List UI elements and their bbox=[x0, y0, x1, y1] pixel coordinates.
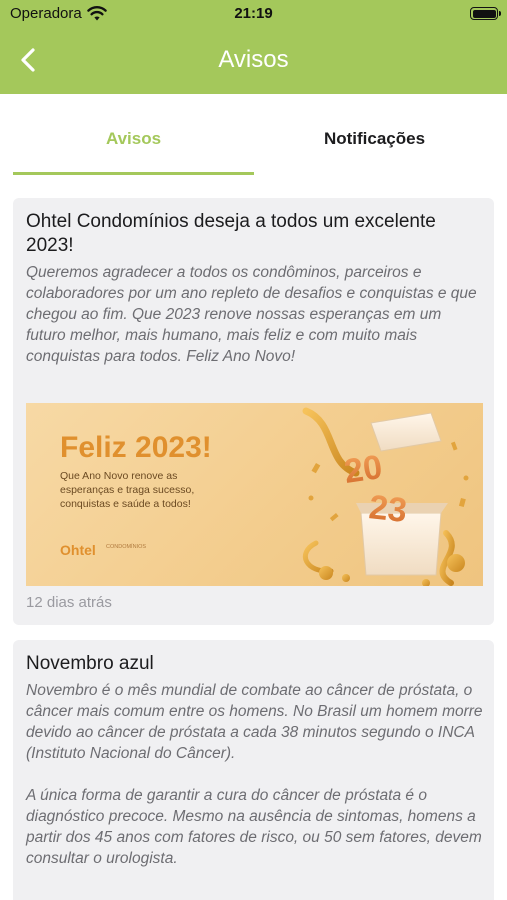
announcement-title: Ohtel Condomínios deseja a todos um exce… bbox=[26, 211, 436, 256]
gift-box-illustration: 20 23 bbox=[302, 407, 469, 586]
announcement-banner-image: Feliz 2023! Que Ano Novo renove as esper… bbox=[26, 403, 483, 586]
banner-headline: Feliz 2023! bbox=[60, 431, 212, 464]
active-tab-indicator bbox=[13, 172, 254, 175]
page-title: Avisos bbox=[218, 46, 289, 73]
navigation-bar: Operadora 21:19 Avisos bbox=[0, 0, 507, 94]
announcement-body: Queremos agradecer a todos os condôminos… bbox=[26, 264, 477, 365]
svg-text:23: 23 bbox=[367, 488, 409, 530]
banner-subtext: Que Ano Novo renove as esperanças e trag… bbox=[60, 470, 195, 510]
battery-icon bbox=[470, 7, 498, 20]
announcement-time: 12 dias atrás bbox=[26, 594, 112, 611]
tab-notificacoes[interactable]: Notificações bbox=[254, 129, 495, 149]
banner-logo: Ohtel bbox=[60, 542, 96, 558]
announcement-title: Novembro azul bbox=[26, 653, 154, 674]
announcement-body: Novembro é o mês mundial de combate ao c… bbox=[26, 682, 483, 867]
tab-avisos[interactable]: Avisos bbox=[13, 129, 254, 149]
tab-bar: Avisos Notificações bbox=[0, 94, 507, 176]
announcement-card[interactable]: Ohtel Condomínios deseja a todos um exce… bbox=[13, 198, 494, 625]
banner-logo-sub: CONDOMÍNIOS bbox=[106, 544, 147, 550]
svg-text:20: 20 bbox=[342, 448, 385, 491]
status-bar: Operadora 21:19 bbox=[0, 0, 507, 28]
announcement-card[interactable]: Novembro azul Novembro é o mês mundial d… bbox=[13, 640, 494, 900]
clock: 21:19 bbox=[234, 5, 273, 22]
